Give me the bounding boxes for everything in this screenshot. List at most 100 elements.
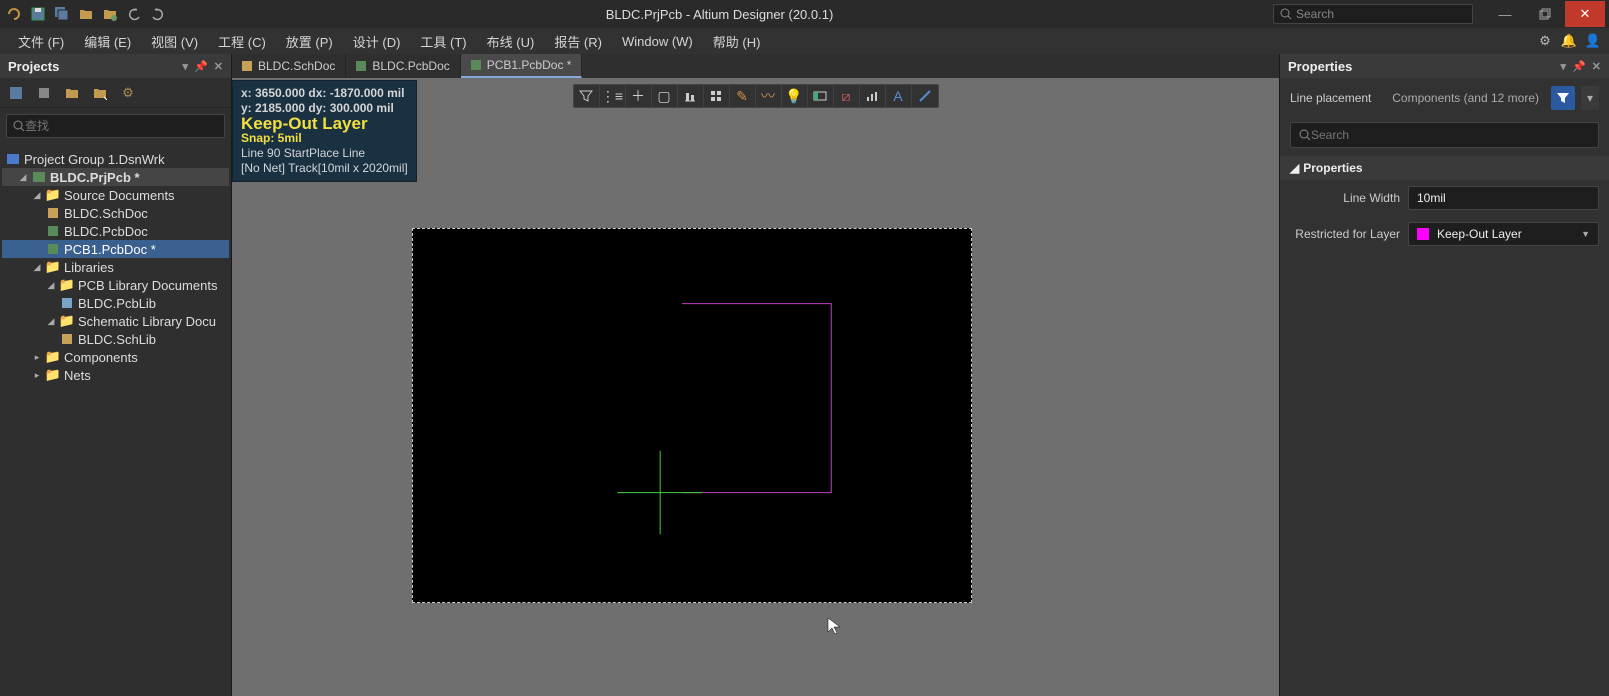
tab-pcb[interactable]: BLDC.PcbDoc (346, 54, 460, 78)
panel-close-icon[interactable]: ✕ (1592, 60, 1601, 73)
tree-project[interactable]: ◢BLDC.PrjPcb * (2, 168, 229, 186)
tab-pcb1[interactable]: PCB1.PcbDoc * (461, 54, 583, 78)
properties-section-header[interactable]: ◢Properties (1280, 156, 1609, 180)
properties-panel: Properties ▾ 📌 ✕ Line placement Componen… (1279, 54, 1609, 696)
search-icon (13, 120, 25, 132)
open-project-icon[interactable] (102, 6, 118, 22)
save-icon[interactable] (30, 6, 46, 22)
panel-close-icon[interactable]: ✕ (214, 60, 223, 73)
panel-icon[interactable] (808, 85, 834, 107)
panel-pin-icon[interactable]: 📌 (194, 60, 208, 73)
panel-dropdown-icon[interactable]: ▾ (183, 60, 189, 73)
filter-summary[interactable]: Components (and 12 more) (1392, 91, 1539, 105)
menu-window[interactable]: Window (W) (612, 30, 703, 53)
tree-pcb-lib[interactable]: BLDC.PcbLib (2, 294, 229, 312)
project-settings-icon[interactable]: ⚙ (120, 85, 136, 101)
menu-tools[interactable]: 工具 (T) (410, 28, 476, 55)
tree-sch-lib[interactable]: BLDC.SchLib (2, 330, 229, 348)
report-icon[interactable] (860, 85, 886, 107)
align-icon[interactable] (678, 85, 704, 107)
tree-root[interactable]: Project Group 1.DsnWrk (2, 150, 229, 168)
line-width-row: Line Width 10mil (1280, 180, 1609, 216)
menu-view[interactable]: 视图 (V) (141, 28, 208, 55)
diff-icon[interactable]: ⧄ (834, 85, 860, 107)
tree-sch-lib-docs[interactable]: ◢📁Schematic Library Docu (2, 312, 229, 330)
search-icon (1280, 8, 1292, 20)
tab-label: PCB1.PcbDoc * (487, 58, 572, 72)
restricted-layer-label: Restricted for Layer (1290, 227, 1400, 241)
highlight-icon[interactable]: 💡 (782, 85, 808, 107)
filter-button[interactable] (1551, 86, 1575, 110)
line-width-value: 10mil (1417, 191, 1446, 205)
track-info: [No Net] Track[10mil x 2020mil] (241, 161, 408, 176)
project-save-icon[interactable] (8, 85, 24, 101)
menu-report[interactable]: 报告 (R) (544, 28, 612, 55)
filter-dropdown-icon[interactable]: ▾ (1581, 86, 1599, 110)
line-width-input[interactable]: 10mil (1408, 186, 1599, 210)
close-button[interactable]: ✕ (1565, 1, 1605, 27)
snap-options-icon[interactable]: ⋮≡ (600, 85, 626, 107)
tree-doc-sch[interactable]: BLDC.SchDoc (2, 204, 229, 222)
tree-nets[interactable]: ▸📁Nets (2, 366, 229, 384)
line-tool-icon[interactable] (912, 85, 938, 107)
menu-place[interactable]: 放置 (P) (276, 28, 343, 55)
tab-label: BLDC.SchDoc (258, 59, 335, 73)
tree-doc-label: BLDC.SchDoc (64, 206, 148, 221)
tree-doc-pcb[interactable]: BLDC.PcbDoc (2, 222, 229, 240)
save-all-icon[interactable] (54, 6, 70, 22)
menu-file[interactable]: 文件 (F) (8, 28, 74, 55)
tree-libraries[interactable]: ◢📁Libraries (2, 258, 229, 276)
search-icon (1299, 129, 1311, 141)
settings-gear-icon[interactable]: ⚙ (1537, 33, 1553, 49)
project-explore-icon[interactable] (92, 85, 108, 101)
route-icon[interactable]: ✎ (730, 85, 756, 107)
menubar: 文件 (F) 编辑 (E) 视图 (V) 工程 (C) 放置 (P) 设计 (D… (0, 28, 1609, 54)
redo-icon[interactable] (150, 6, 166, 22)
add-icon[interactable]: ＋ (626, 85, 652, 107)
menu-project[interactable]: 工程 (C) (208, 28, 276, 55)
mouse-cursor-icon (827, 617, 841, 638)
menu-help[interactable]: 帮助 (H) (703, 28, 771, 55)
tab-label: BLDC.PcbDoc (372, 59, 449, 73)
tree-source-docs[interactable]: ◢📁Source Documents (2, 186, 229, 204)
filter-icon[interactable] (574, 85, 600, 107)
rectangle-icon[interactable]: ▢ (652, 85, 678, 107)
app-logo-icon (4, 4, 24, 24)
canvas-area[interactable]: x: 3650.000 dx: -1870.000 mil y: 2185.00… (232, 78, 1279, 696)
pcb-canvas[interactable] (412, 228, 972, 603)
restricted-layer-select[interactable]: Keep-Out Layer ▼ (1408, 222, 1599, 246)
project-add-folder-icon[interactable] (64, 85, 80, 101)
panel-dropdown-icon[interactable]: ▾ (1561, 60, 1567, 73)
tree-pcb-lib-docs[interactable]: ◢📁PCB Library Documents (2, 276, 229, 294)
current-layer: Keep-Out Layer (241, 116, 408, 131)
window-title: BLDC.PrjPcb - Altium Designer (20.0.1) (166, 7, 1273, 22)
menu-design[interactable]: 设计 (D) (343, 28, 411, 55)
grid-icon[interactable] (704, 85, 730, 107)
properties-search-input[interactable] (1311, 128, 1590, 142)
snap-info: Snap: 5mil (241, 131, 408, 146)
quick-toolbar (30, 6, 166, 22)
project-compile-icon[interactable] (36, 85, 52, 101)
maximize-button[interactable] (1525, 1, 1565, 27)
global-search-input[interactable]: Search (1273, 4, 1473, 24)
user-icon[interactable]: 👤 (1585, 33, 1601, 49)
projects-search[interactable] (6, 114, 225, 138)
editor-area: BLDC.SchDoc BLDC.PcbDoc PCB1.PcbDoc * x:… (232, 54, 1279, 696)
minimize-button[interactable]: — (1485, 1, 1525, 27)
tree-doc-pcb1[interactable]: PCB1.PcbDoc * (2, 240, 229, 258)
undo-icon[interactable] (126, 6, 142, 22)
placement-mode-label: Line placement (1290, 91, 1371, 105)
projects-search-input[interactable] (25, 119, 218, 133)
menu-route[interactable]: 布线 (U) (477, 28, 545, 55)
tab-sch[interactable]: BLDC.SchDoc (232, 54, 346, 78)
open-folder-icon[interactable] (78, 6, 94, 22)
properties-search[interactable] (1290, 122, 1599, 148)
measure-icon[interactable]: 〰 (756, 85, 782, 107)
menu-edit[interactable]: 编辑 (E) (74, 28, 141, 55)
tree-doc-label: BLDC.PcbDoc (64, 224, 148, 239)
projects-panel: Projects ▾ 📌 ✕ ⚙ Project Group 1.DsnWrk … (0, 54, 232, 696)
text-icon[interactable]: A (886, 85, 912, 107)
panel-pin-icon[interactable]: 📌 (1572, 60, 1586, 73)
notifications-bell-icon[interactable]: 🔔 (1561, 33, 1577, 49)
tree-components[interactable]: ▸📁Components (2, 348, 229, 366)
